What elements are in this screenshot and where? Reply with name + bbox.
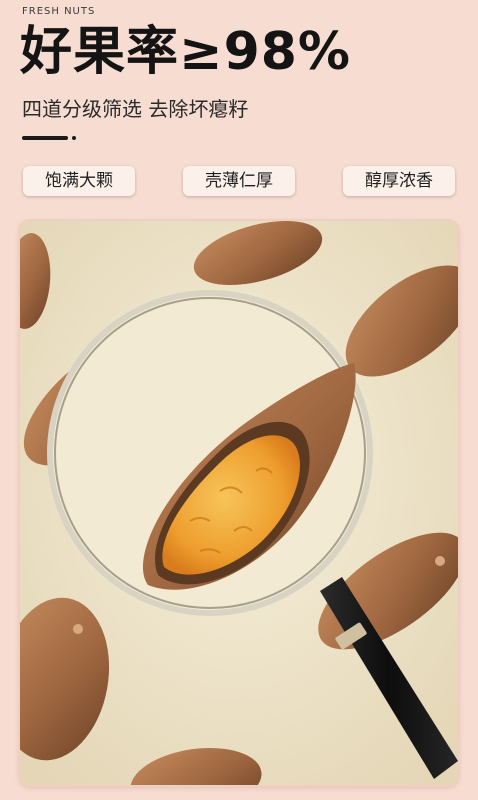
headline: 好果率≥98%: [20, 22, 352, 82]
eyebrow-label: FRESH NUTS: [22, 6, 96, 17]
title-underline: [22, 136, 68, 140]
tag-plump: 饱满大颗: [23, 166, 135, 196]
subtitle: 四道分级筛选 去除坏瘪籽: [22, 97, 249, 121]
product-photo: [20, 221, 458, 785]
magnifying-glass-over-pecans-icon: [20, 221, 458, 785]
feature-tags: 饱满大颗 壳薄仁厚 醇厚浓香: [0, 166, 478, 198]
tag-rich-aroma: 醇厚浓香: [343, 166, 455, 196]
tag-thin-shell: 壳薄仁厚: [183, 166, 295, 196]
title-underline-dot: [72, 136, 76, 140]
